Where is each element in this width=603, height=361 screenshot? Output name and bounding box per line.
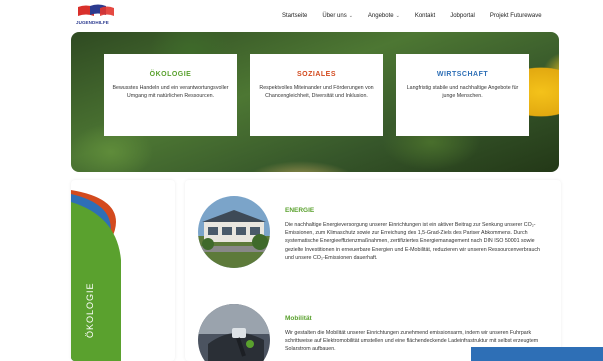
menu-item-kontakt[interactable]: Kontakt <box>415 13 435 19</box>
card-title: WIRTSCHAFT <box>436 71 489 78</box>
hero-banner: ÖKOLOGIE Bewusstes Handeln und ein veran… <box>71 32 559 172</box>
menu-label: Startseite <box>282 13 308 19</box>
menu-item-jobportal[interactable]: Jobportal <box>450 13 475 19</box>
item-text-energie: Die nachhaltige Energieversorgung unsere… <box>285 222 540 261</box>
chevron-down-icon: ⌄ <box>348 13 353 19</box>
card-text: Respektvolles Miteinander und Förderunge… <box>259 85 374 99</box>
card-wirtschaft: WIRTSCHAFT Langfristig stabile und nachh… <box>396 54 529 136</box>
logo-flag-icon <box>78 4 114 16</box>
card-text: Langfristig stabile und nachhaltige Ange… <box>406 85 519 99</box>
building-photo-icon <box>198 196 270 268</box>
menu-label: Über uns <box>322 13 347 19</box>
menu-label: Projekt Futurewave <box>489 13 542 19</box>
main-menu: Startseite Über uns ⌄ Angebote ⌄ Kontakt J… <box>282 13 557 19</box>
menu-item-ueber-uns[interactable]: Über uns ⌄ <box>322 13 353 19</box>
card-title: ÖKOLOGIE <box>149 71 192 78</box>
card-title: SOZIALES <box>296 71 336 78</box>
item-title-energie: ENERGIE <box>285 207 315 214</box>
menu-label: Kontakt <box>414 13 436 19</box>
side-panel: ÖKOLOGIE <box>71 180 175 361</box>
menu-label: Jobportal <box>450 13 475 19</box>
card-text: Bewusstes Handeln und ein verantwortungs… <box>112 85 229 99</box>
side-label: ÖKOLOGIE <box>85 282 95 338</box>
chevron-down-icon: ⌄ <box>395 13 400 19</box>
card-oekologie: ÖKOLOGIE Bewusstes Handeln und ein veran… <box>104 54 237 136</box>
menu-item-projekt-futurewave[interactable]: Projekt Futurewave <box>490 13 542 19</box>
menu-item-startseite[interactable]: Startseite <box>282 13 307 19</box>
blue-corner-decoration <box>471 347 603 361</box>
oekologie-section: ÖKOLOGIE ENERGIE Die nachhaltige Energie… <box>71 180 561 361</box>
menu-item-angebote[interactable]: Angebote ⌄ <box>368 13 400 19</box>
ev-charging-photo-icon <box>198 304 270 361</box>
content-panel: ENERGIE Die nachhaltige Energieversorgun… <box>185 180 561 361</box>
card-soziales: SOZIALES Respektvolles Miteinander und F… <box>250 54 383 136</box>
item-title-mobilitaet: Mobilität <box>285 315 312 322</box>
site-logo[interactable]: JUGENDHILFE <box>76 4 116 32</box>
logo-text: JUGENDHILFE <box>76 20 109 25</box>
menu-label: Angebote <box>367 13 394 19</box>
top-navbar: JUGENDHILFE Startseite Über uns ⌄ Angebot… <box>0 0 603 36</box>
energie-image <box>198 196 270 268</box>
mobilitaet-image <box>198 304 270 361</box>
